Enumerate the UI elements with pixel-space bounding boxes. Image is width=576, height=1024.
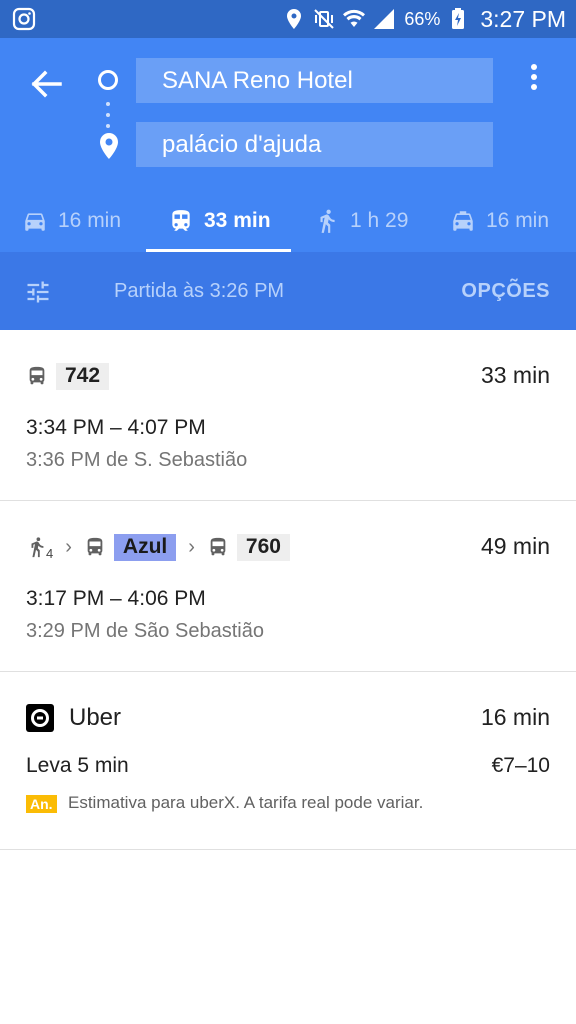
route-dots-icon (106, 102, 110, 132)
route-option[interactable]: 742 33 min 3:34 PM – 4:07 PM 3:36 PM de … (0, 330, 576, 501)
departure-time[interactable]: Partida às 3:26 PM (114, 252, 284, 330)
location-icon (282, 7, 306, 31)
uber-name: Uber (69, 704, 122, 731)
route-departure-stop: 3:36 PM de S. Sebastião (26, 449, 248, 471)
uber-logo-icon (26, 704, 54, 732)
status-bar: 66% 3:27 PM (0, 0, 576, 38)
battery-percent: 66% (404, 8, 441, 29)
origin-circle-icon (98, 70, 118, 90)
route-departure-stop: 3:29 PM de São Sebastião (26, 620, 264, 642)
walk-minutes: 4 (46, 546, 54, 561)
walk-icon (26, 535, 48, 559)
tab-taxi-label: 16 min (486, 209, 550, 232)
bus-icon (207, 536, 229, 558)
tab-driving-label: 16 min (58, 209, 122, 232)
wifi-icon (342, 7, 366, 31)
clock: 3:27 PM (480, 5, 566, 32)
chevron-right-icon: › (188, 535, 195, 558)
vibrate-off-icon (312, 7, 336, 31)
bus-line-chip: 742 (56, 362, 110, 390)
car-icon (22, 208, 48, 234)
route-duration: 33 min (480, 362, 550, 388)
signal-icon (372, 7, 396, 31)
route-option[interactable]: 4 › Azul › 760 49 min 3:17 PM – 4:06 PM … (0, 501, 576, 672)
tab-transit[interactable]: 33 min (168, 190, 271, 252)
more-options-icon[interactable] (524, 64, 544, 96)
ad-badge: An. (26, 795, 57, 813)
destination-field[interactable]: palácio d'ajuda (136, 122, 493, 167)
options-button[interactable]: OPÇÕES (461, 252, 550, 330)
route-times: 3:34 PM – 4:07 PM (26, 416, 206, 439)
bus-icon (84, 536, 106, 558)
tune-icon[interactable] (24, 278, 52, 306)
tab-transit-label: 33 min (204, 209, 271, 232)
directions-header: SANA Reno Hotel palácio d'ajuda 16 min 3… (0, 38, 576, 330)
bus-line-chip: 760 (236, 533, 290, 561)
battery-charging-icon (446, 7, 470, 31)
metro-line-chip: Azul (113, 533, 177, 561)
transit-icon (168, 208, 194, 234)
tab-driving[interactable]: 16 min (22, 190, 121, 252)
taxi-icon (450, 208, 476, 234)
tab-walking-label: 1 h 29 (350, 209, 409, 232)
uber-duration: 16 min (480, 704, 550, 730)
back-arrow-icon[interactable] (26, 64, 66, 104)
tab-taxi[interactable]: 16 min (450, 190, 549, 252)
travel-mode-tabs: 16 min 33 min 1 h 29 16 min (0, 190, 576, 252)
route-duration: 49 min (480, 533, 550, 559)
uber-estimate-note: Estimativa para uberX. A tarifa real pod… (68, 793, 424, 812)
tab-walking[interactable]: 1 h 29 (314, 190, 408, 252)
origin-field[interactable]: SANA Reno Hotel (136, 58, 493, 103)
route-steps: 4 › Azul › 760 (26, 533, 290, 561)
chevron-right-icon: › (65, 535, 72, 558)
walk-icon (314, 208, 340, 234)
uber-option[interactable]: Uber 16 min Leva 5 min €7–10 An. Estimat… (0, 672, 576, 850)
bus-icon (26, 365, 48, 387)
uber-price: €7–10 (491, 754, 550, 777)
options-bar: Partida às 3:26 PM OPÇÕES (0, 252, 576, 330)
route-times: 3:17 PM – 4:06 PM (26, 587, 206, 610)
instagram-icon (12, 7, 36, 31)
route-steps: 742 (26, 362, 110, 390)
destination-pin-icon (98, 132, 120, 160)
uber-wait-time: Leva 5 min (26, 754, 129, 777)
